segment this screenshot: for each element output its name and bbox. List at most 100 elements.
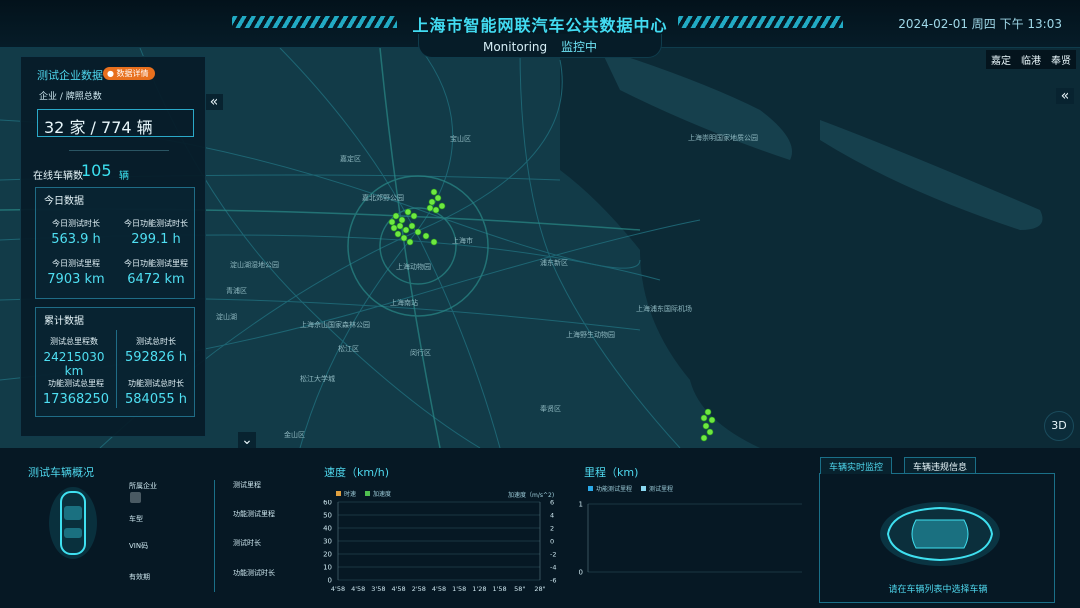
stat-value: 24215030 km	[43, 350, 105, 378]
speed-legend: 时速 加速度	[336, 489, 391, 498]
collapse-bottom-panel-button[interactable]: ⌄	[238, 432, 256, 448]
legend-label: 测试里程	[649, 486, 674, 493]
legend-swatch	[588, 486, 593, 491]
realtime-monitor-panel: 车辆实时监控 车辆违规信息 请在车辆列表中选择车辆	[819, 457, 1055, 603]
map-label: 嘉北郊野公园	[362, 194, 404, 202]
stat-label: 今日功能测试时长	[124, 219, 188, 228]
map-label: 上海佘山国家森林公园	[300, 321, 370, 329]
panel-subtitle: 企业 / 牌照总数	[39, 92, 102, 102]
x-tick-label: 1'58	[492, 585, 506, 592]
field-label: 车型	[129, 515, 143, 523]
enterprise-swatch	[130, 492, 141, 503]
stat-label: 测试总里程数	[50, 337, 98, 346]
data-detail-button-label: 数据详情	[116, 69, 149, 78]
y2-tick-label: -4	[550, 564, 556, 572]
y2-tick-label: 6	[550, 500, 554, 507]
monitor-tab-bar: Monitoring 监控中	[418, 34, 662, 58]
district-button[interactable]: 奉贤	[1046, 50, 1076, 69]
today-data-box: 今日数据 今日测试时长 563.9 h 今日功能测试时长 299.1 h 今日测…	[35, 187, 195, 299]
district-button[interactable]: 嘉定	[986, 50, 1016, 69]
stat-label: 功能测试总里程	[48, 379, 104, 388]
stat-label: 今日功能测试里程	[124, 259, 188, 268]
legend-label: 功能测试里程	[596, 486, 633, 493]
stat-label: 今日测试里程	[52, 259, 100, 268]
x-tick-label: 4'58	[432, 585, 446, 592]
map-label: 淀山湖	[216, 313, 237, 321]
view-3d-button[interactable]: 3D	[1044, 411, 1074, 441]
y-tick-label: 50	[323, 512, 332, 520]
x-tick-label: 1'58	[452, 585, 466, 592]
speed-y2-label: 加速度（m/s^2)	[508, 492, 555, 499]
y-tick-label: 30	[323, 538, 332, 546]
today-title: 今日数据	[44, 196, 84, 207]
collapse-left-panel-button[interactable]: «	[205, 94, 223, 110]
legend-swatch	[641, 486, 647, 491]
x-tick-label: 4'58	[331, 585, 345, 592]
total-count: 32 家 / 774 辆	[37, 109, 194, 137]
vehicle-overview-title: 测试车辆概况	[28, 466, 94, 479]
metric-label: 测试时长	[233, 539, 261, 547]
car-topview-icon	[48, 486, 98, 560]
stat-value: 592826 h	[125, 350, 187, 365]
mileage-chart-title: 里程（km)	[584, 466, 639, 479]
map-label: 上海崇明国家地质公园	[688, 134, 758, 142]
divider	[69, 150, 169, 151]
legend-swatch	[365, 491, 371, 496]
x-tick-label: 28"	[534, 585, 545, 592]
stat-value: 563.9 h	[51, 232, 101, 247]
y2-tick-label: 2	[550, 525, 554, 533]
tab-violation-info[interactable]: 车辆违规信息	[904, 457, 977, 474]
stat-value: 584055 h	[125, 392, 187, 407]
y-tick-label: 40	[323, 525, 332, 533]
collapse-right-panel-button[interactable]: «	[1056, 88, 1074, 104]
map-label: 金山区	[284, 431, 305, 439]
map-label: 上海野生动物园	[566, 331, 615, 339]
x-tick-label: 4'58	[351, 585, 365, 592]
vehicle-cluster-south[interactable]	[696, 406, 720, 444]
online-count: 105	[81, 161, 112, 180]
stat-value: 299.1 h	[131, 232, 181, 247]
tab-monitoring[interactable]: Monitoring	[483, 40, 547, 54]
info-icon: ●	[107, 69, 114, 78]
y-tick-label: 1	[579, 501, 583, 509]
mileage-legend: 功能测试里程 测试里程	[588, 484, 673, 493]
y-tick-label: 10	[323, 564, 332, 572]
metric-label: 测试里程	[233, 481, 261, 489]
legend-label: 时速	[344, 491, 357, 498]
tab-monitoring-status[interactable]: 监控中	[561, 40, 597, 54]
map-label: 奉贤区	[540, 405, 561, 413]
map-label: 青浦区	[226, 287, 247, 295]
select-vehicle-message: 请在车辆列表中选择车辆	[888, 585, 988, 595]
car-icon	[49, 487, 97, 559]
y2-tick-label: 0	[550, 538, 554, 546]
bottom-panel: 测试车辆概况 所属企业 车型 VIN码 有效期 测试里程 功能测试里程 测试时长…	[0, 448, 1080, 608]
x-tick-label: 58"	[514, 585, 525, 592]
field-label: VIN码	[129, 542, 149, 550]
x-tick-label: 1'28	[472, 585, 486, 592]
stat-label: 测试总时长	[136, 337, 176, 346]
stat-label: 功能测试总时长	[128, 379, 184, 388]
district-button[interactable]: 临港	[1016, 50, 1046, 69]
map-label: 松江大学城	[300, 375, 335, 383]
map-label: 上海南站	[390, 299, 418, 307]
car-glow-icon	[880, 502, 1000, 566]
x-tick-label: 4'58	[391, 585, 405, 592]
y2-tick-label: 4	[550, 512, 554, 520]
cumulative-title: 累计数据	[44, 316, 84, 327]
speed-chart-title: 速度（km/h)	[324, 466, 390, 479]
vehicle-dots-south[interactable]	[696, 406, 720, 444]
legend-label: 加速度	[373, 491, 392, 498]
tab-realtime-monitor[interactable]: 车辆实时监控	[820, 457, 893, 474]
metric-label: 功能测试里程	[233, 510, 275, 518]
data-detail-button[interactable]: ● 数据详情	[103, 67, 155, 80]
divider	[214, 480, 215, 592]
y-tick-label: 20	[323, 551, 332, 559]
y2-tick-label: -6	[550, 577, 556, 585]
map-label: 嘉定区	[340, 155, 361, 163]
mileage-chart: 01	[579, 501, 802, 577]
metric-label: 功能测试时长	[233, 569, 275, 577]
map-label: 松江区	[338, 345, 359, 353]
x-tick-label: 2'58	[412, 585, 426, 592]
speed-chart: 0102030405060 6420-2-4-64'58 4'58 3'58 4'58 2…	[323, 500, 556, 592]
legend-swatch	[336, 491, 341, 496]
